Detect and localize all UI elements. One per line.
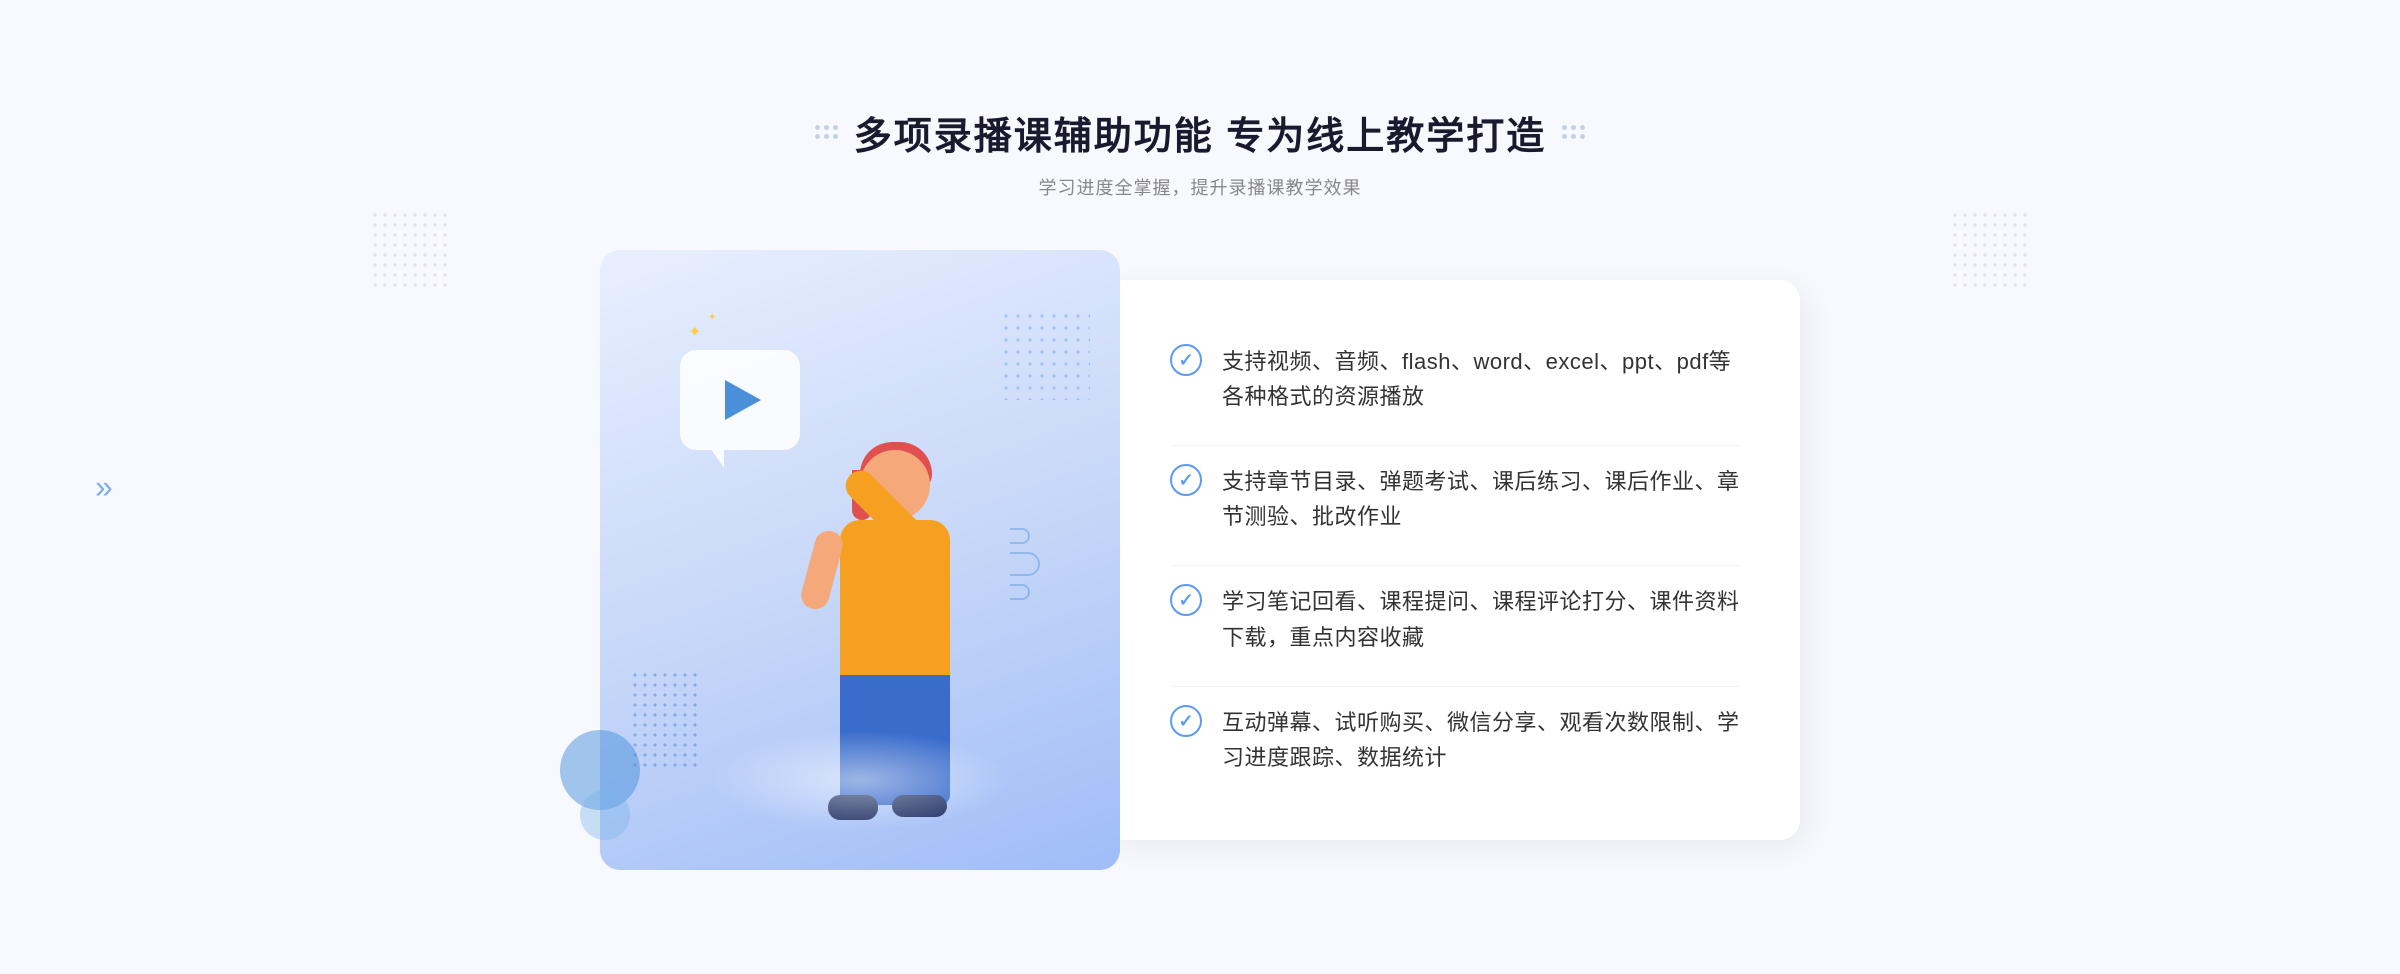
star-icon-2: ✦ [708, 312, 716, 323]
check-mark-4: ✓ [1178, 712, 1193, 730]
star-icon-1: ✦ [688, 322, 701, 342]
content-area: ✦ ✦ [600, 250, 1800, 870]
page-subtitle: 学习进度全掌握，提升录播课教学效果 [815, 174, 1586, 200]
feature-item-1: ✓ 支持视频、音频、flash、word、excel、ppt、pdf等各种格式的… [1170, 326, 1740, 432]
light-circle [710, 730, 1010, 830]
feature-text-2: 支持章节目录、弹题考试、课后练习、课后作业、章节测验、批改作业 [1222, 464, 1740, 534]
title-row: 多项录播课辅助功能 专为线上教学打造 [815, 105, 1586, 160]
feature-text-4: 互动弹幕、试听购买、微信分享、观看次数限制、学习进度跟踪、数据统计 [1222, 705, 1740, 775]
page-wrapper: » 多项录播课辅助功能 专为线上教学打造 学习进度全掌握，提升录播课教学效果 [0, 0, 2400, 974]
check-icon-3: ✓ [1170, 584, 1202, 616]
check-mark-1: ✓ [1178, 351, 1193, 369]
deco-circle-2 [580, 790, 630, 840]
features-card: ✓ 支持视频、音频、flash、word、excel、ppt、pdf等各种格式的… [1110, 280, 1800, 840]
illus-dots-2 [630, 670, 700, 770]
illus-dots-1 [1000, 310, 1090, 400]
check-icon-2: ✓ [1170, 464, 1202, 496]
illustration-card: ✦ ✦ [600, 250, 1120, 870]
person-figure [720, 390, 1000, 870]
check-mark-2: ✓ [1178, 471, 1193, 489]
feature-item-2: ✓ 支持章节目录、弹题考试、课后练习、课后作业、章节测验、批改作业 [1170, 445, 1740, 552]
feature-item-3: ✓ 学习笔记回看、课程提问、课程评论打分、课件资料下载，重点内容收藏 [1170, 565, 1740, 672]
check-icon-4: ✓ [1170, 705, 1202, 737]
page-title: 多项录播课辅助功能 专为线上教学打造 [854, 105, 1547, 160]
person-arm-left [798, 527, 846, 612]
dots-decoration-left [370, 210, 450, 290]
arc-line-2 [1010, 552, 1040, 576]
feature-text-1: 支持视频、音频、flash、word、excel、ppt、pdf等各种格式的资源… [1222, 344, 1740, 414]
feature-item-4: ✓ 互动弹幕、试听购买、微信分享、观看次数限制、学习进度跟踪、数据统计 [1170, 686, 1740, 793]
title-dots-left [815, 125, 838, 139]
dots-decoration-right [1950, 210, 2030, 290]
chevron-left-icon[interactable]: » [95, 469, 113, 506]
arc-line-3 [1010, 584, 1030, 600]
arc-line-1 [1010, 528, 1030, 544]
arc-lines-decoration [1010, 520, 1060, 600]
person-body [840, 520, 950, 680]
check-mark-3: ✓ [1178, 591, 1193, 609]
title-dots-right [1562, 125, 1585, 139]
header-section: 多项录播课辅助功能 专为线上教学打造 学习进度全掌握，提升录播课教学效果 [815, 105, 1586, 200]
check-icon-1: ✓ [1170, 344, 1202, 376]
feature-text-3: 学习笔记回看、课程提问、课程评论打分、课件资料下载，重点内容收藏 [1222, 584, 1740, 654]
